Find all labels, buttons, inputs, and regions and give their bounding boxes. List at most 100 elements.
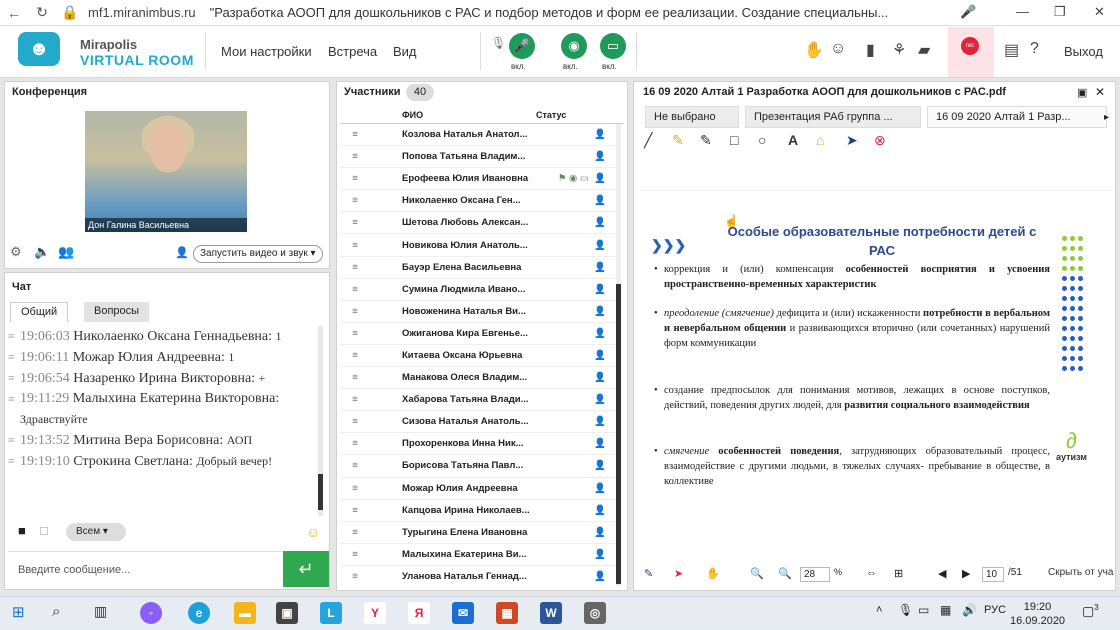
row-menu-icon[interactable]: ≡ [340, 416, 370, 427]
close-window-icon[interactable]: ✕ [1094, 4, 1105, 20]
text-tool-icon[interactable]: A [788, 132, 798, 148]
row-menu-icon[interactable]: ≡ [340, 284, 370, 295]
participant-row[interactable]: ≡ Бауэр Елена Васильевна 👤 [340, 257, 616, 279]
back-icon[interactable]: ← [0, 5, 28, 21]
stats-icon[interactable]: ▮ [866, 40, 875, 60]
emoji-icon[interactable]: ☺ [830, 40, 846, 58]
row-menu-icon[interactable]: ≡ [340, 350, 370, 361]
menu-view[interactable]: Вид [393, 44, 417, 59]
participant-row[interactable]: ≡ Козлова Наталья Анатол... 👤 [340, 124, 616, 147]
screen-share-button[interactable]: ▭ [600, 33, 626, 59]
participant-row[interactable]: ≡ Хабарова Татьяна Влади... 👤 [340, 389, 616, 412]
row-menu-icon[interactable]: ≡ [340, 262, 370, 273]
tray-volume-icon[interactable]: 🔊 [962, 603, 977, 617]
yandex-icon[interactable]: Я [408, 602, 430, 624]
zoom-in-icon[interactable]: 🔍 [750, 567, 764, 580]
speaker-icon[interactable]: 🔈 [34, 244, 50, 260]
app-l-icon[interactable]: L [320, 602, 342, 624]
word-icon[interactable]: W [540, 602, 562, 624]
row-menu-icon[interactable]: ≡ [340, 328, 370, 339]
message-input[interactable]: Введите сообщение... [8, 551, 282, 587]
row-menu-icon[interactable]: ≡ [340, 306, 370, 317]
participant-row[interactable]: ≡ Китаева Оксана Юрьевна 👤 [340, 345, 616, 368]
row-menu-icon[interactable]: ≡ [340, 527, 370, 538]
color-picker-icon[interactable]: ■ [18, 523, 26, 538]
participant-row[interactable]: ≡ Капцова Ирина Николаев... 👤 [340, 500, 616, 522]
language-flag-icon[interactable]: ▤ [1004, 40, 1019, 60]
participant-row[interactable]: ≡ Малыхина Екатерина Ви... 👤 [340, 544, 616, 566]
refresh-icon[interactable]: ↻ [28, 4, 56, 21]
participant-row[interactable]: ≡ Борисова Татьяна Павл... 👤 [340, 455, 616, 478]
tray-mic-icon[interactable]: 🎙 [898, 603, 913, 617]
participant-row[interactable]: ≡ Попова Татьяна Владим... 👤 [340, 146, 616, 169]
zoom-input[interactable]: 28 [800, 567, 830, 582]
laser-pointer-icon[interactable]: ➤ [674, 567, 683, 580]
row-menu-icon[interactable]: ≡ [340, 460, 370, 471]
folder-icon[interactable]: ▰ [918, 40, 930, 60]
row-menu-icon[interactable]: ≡ [340, 505, 370, 516]
row-menu-icon[interactable]: ≡ [340, 240, 370, 251]
send-button[interactable]: ↵ [283, 551, 329, 587]
task-view-icon[interactable]: ▥ [94, 603, 107, 620]
camera-button[interactable]: ◉ [561, 33, 587, 59]
menu-meeting[interactable]: Встреча [328, 44, 377, 59]
next-page-icon[interactable]: ▶ [962, 567, 970, 580]
row-menu-icon[interactable]: ≡ [340, 151, 370, 162]
prev-page-icon[interactable]: ◀ [938, 567, 946, 580]
tray-battery-icon[interactable]: ▭ [918, 603, 929, 617]
fit-width-icon[interactable]: ⇔ [866, 567, 877, 579]
fit-page-icon[interactable]: ⊞ [894, 567, 903, 580]
start-video-dropdown[interactable]: Запустить видео и звук ▾ [193, 245, 323, 263]
notifications-icon[interactable]: ▢3 [1082, 603, 1099, 619]
pointer-tool-icon[interactable]: ➤ [846, 132, 858, 149]
mic-icon[interactable]: 🎤 [960, 4, 976, 20]
chat-scrollbar[interactable] [318, 326, 323, 516]
row-menu-icon[interactable]: ≡ [340, 372, 370, 383]
clock[interactable]: 19:20 16.09.2020 [1010, 600, 1065, 628]
tray-chevron-icon[interactable]: ˄ [876, 604, 882, 616]
help-icon[interactable]: ? [1030, 40, 1039, 58]
pan-hand-icon[interactable]: ✋ [706, 567, 720, 580]
page-input[interactable]: 10 [982, 567, 1004, 582]
participant-row[interactable]: ≡ Новикова Юлия Анатоль... 👤 [340, 234, 616, 257]
participant-row[interactable]: ≡ Новоженина Наталья Ви... 👤 [340, 301, 616, 323]
tab-scroll-right-icon[interactable]: ▸ [1104, 112, 1109, 123]
participant-row[interactable]: ≡ Можар Юлия Андреевна 👤 [340, 478, 616, 500]
participant-row[interactable]: ≡ Сизова Наталья Анатоль... 👤 [340, 411, 616, 434]
ellipse-tool-icon[interactable]: ○ [758, 132, 766, 148]
row-menu-icon[interactable]: ≡ [340, 173, 370, 184]
participant-row[interactable]: ≡ Шетова Любовь Алексан... 👤 [340, 212, 616, 235]
participant-row[interactable]: ≡ Сумина Людмила Ивано... 👤 [340, 279, 616, 301]
alice-icon[interactable]: ◦ [140, 602, 162, 624]
camera-app-icon[interactable]: ◎ [584, 602, 606, 624]
doc-tab-current[interactable]: 16 09 2020 Алтай 1 Разр... [927, 106, 1107, 128]
participants-scrollbar[interactable] [616, 124, 621, 586]
users-icon[interactable]: 👥 [58, 244, 74, 260]
participant-row[interactable]: ≡ Прохоренкова Инна Ник... 👤 [340, 433, 616, 456]
rectangle-tool-icon[interactable]: □ [730, 132, 738, 148]
clear-tool-icon[interactable]: ⊗ [874, 132, 886, 149]
record-icon[interactable]: rec [961, 37, 979, 55]
fill-tool-icon[interactable]: ⌂ [816, 132, 824, 148]
mic-level-icon[interactable]: 🎙 [491, 36, 506, 50]
emoji-icon[interactable]: ☺ [306, 524, 320, 540]
edge-icon[interactable]: e [188, 602, 210, 624]
bg-color-icon[interactable]: □ [40, 523, 48, 538]
participant-row[interactable]: ≡ Николаенко Оксана Ген... 👤 [340, 190, 616, 213]
yandex-browser-icon[interactable]: Y [364, 602, 386, 624]
network-icon[interactable]: ⚘ [892, 40, 906, 60]
search-icon[interactable]: ⌕ [52, 603, 60, 620]
row-menu-icon[interactable]: ≡ [340, 217, 370, 228]
col-status[interactable]: Статус [536, 110, 566, 120]
brush-icon[interactable]: ✎ [644, 567, 653, 580]
doc-tab-presentation[interactable]: Презентация РАб группа ... [745, 106, 921, 128]
pencil-tool-icon[interactable]: ✎ [700, 132, 712, 149]
col-name[interactable]: ФИО [402, 110, 423, 120]
file-explorer-icon[interactable]: ▬ [234, 602, 256, 624]
store-icon[interactable]: ▣ [276, 602, 298, 624]
mail-icon[interactable]: ✉ [452, 602, 474, 624]
recipient-select[interactable]: Всем ▾ [66, 523, 126, 541]
exit-button[interactable]: Выход [1064, 44, 1103, 59]
tab-questions[interactable]: Вопросы [84, 302, 150, 322]
menu-my-settings[interactable]: Мои настройки [221, 44, 312, 59]
